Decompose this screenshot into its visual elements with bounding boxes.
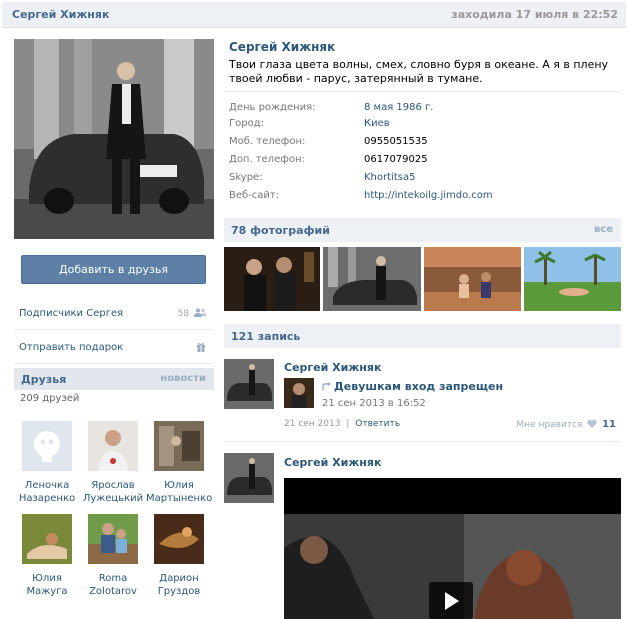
friends-news-link[interactable]: новости: [160, 373, 206, 384]
friend-last-name: Мажуга: [26, 586, 68, 597]
like-label: Мне нравится: [516, 420, 583, 430]
friend-avatar[interactable]: [154, 514, 204, 564]
divider: [224, 91, 620, 92]
friend-last-name: Мартыненко: [146, 493, 213, 504]
repost-date[interactable]: 21 сен 2013 в 16:52: [322, 398, 426, 409]
send-gift-label: Отправить подарок: [19, 342, 124, 353]
profile-avatar[interactable]: [14, 39, 214, 239]
friend-first-name: Юлия: [32, 573, 62, 584]
photo-thumb[interactable]: [224, 247, 320, 311]
video-player[interactable]: [284, 478, 621, 619]
post-author-avatar[interactable]: [224, 359, 274, 409]
add-friend-button[interactable]: Добавить в друзья: [21, 255, 206, 284]
friend-first-name: Юлия: [164, 480, 194, 491]
post-separator: [224, 441, 621, 442]
info-row-extra-phone: Доп. телефон: 0617079025: [229, 154, 619, 172]
play-button[interactable]: [429, 582, 473, 619]
photos-all-link[interactable]: все: [594, 224, 613, 235]
info-key: Моб. телефон:: [229, 136, 306, 147]
info-row-skype: Skype: Khortitsa5: [229, 172, 619, 190]
profile-status-text: Твои глаза цвета волны, смех, словно бур…: [229, 58, 609, 85]
like-button[interactable]: Мне нравится 11: [516, 419, 616, 430]
friend-last-name: Назаренко: [18, 493, 76, 504]
friend-avatar[interactable]: [88, 514, 138, 564]
friend-first-name: Дарион: [159, 573, 199, 584]
info-value[interactable]: Khortitsa5: [364, 172, 415, 183]
friend-avatar[interactable]: [154, 421, 204, 471]
repost-arrow-icon: [322, 382, 331, 390]
info-value: 0955051535: [364, 136, 428, 147]
friends-title[interactable]: Друзья: [21, 373, 66, 386]
info-row-city: Город: Киев: [229, 118, 619, 136]
photo-thumb[interactable]: [424, 247, 521, 311]
info-key: Веб-сайт:: [229, 190, 280, 201]
info-value[interactable]: http://intekoilg.jimdo.com: [364, 190, 493, 201]
repost-title-text: Девушкам вход запрещен: [334, 380, 504, 393]
send-gift-link[interactable]: Отправить подарок: [14, 331, 214, 364]
friend-last-name: Zolotarov: [89, 586, 137, 597]
gift-icon: [197, 343, 205, 352]
like-count: 11: [602, 419, 616, 430]
friend-avatar[interactable]: [88, 421, 138, 471]
header-name[interactable]: Сергей Хижняк: [12, 8, 109, 21]
subscribers-label: Подписчики Сергея: [19, 308, 124, 319]
friend-item[interactable]: Юлия Мажуга: [14, 514, 80, 598]
friend-item[interactable]: Ярослав Лужецький: [80, 421, 146, 505]
friends-header: Друзья новости: [14, 368, 214, 390]
profile-header-bar: Сергей Хижняк заходила 17 июля в 22:52: [2, 2, 626, 28]
post-meta-separator: |: [346, 419, 350, 429]
play-icon: [445, 592, 459, 610]
wall-title[interactable]: 121 запись: [231, 330, 300, 343]
info-key: День рождения:: [229, 102, 316, 113]
friend-last-name: Груздов: [157, 586, 201, 597]
post-author-name[interactable]: Сергей Хижняк: [284, 361, 381, 374]
post-author-name[interactable]: Сергей Хижняк: [284, 456, 381, 469]
info-row-mobile: Моб. телефон: 0955051535: [229, 136, 619, 154]
friend-first-name: Леночка: [24, 480, 70, 491]
wall-header[interactable]: 121 запись: [224, 324, 621, 348]
photos-header[interactable]: 78 фотографий все: [224, 218, 621, 242]
friend-first-name: Ярослав: [91, 480, 135, 491]
friend-first-name: Roma: [98, 573, 128, 584]
info-row-website: Веб-сайт: http://intekoilg.jimdo.com: [229, 190, 619, 208]
friend-item[interactable]: Леночка Назаренко: [14, 421, 80, 505]
reply-link[interactable]: Ответить: [355, 419, 400, 429]
friend-item[interactable]: Дарион Груздов: [146, 514, 212, 598]
subscribers-count: 58: [177, 309, 190, 319]
deactivated-avatar-icon: [22, 421, 72, 471]
post-date[interactable]: 21 сен 2013: [284, 419, 340, 429]
subscribers-link[interactable]: Подписчики Сергея 58: [14, 297, 214, 330]
info-key: Город:: [229, 118, 264, 129]
info-value: 0617079025: [364, 154, 428, 165]
repost-title[interactable]: Девушкам вход запрещен: [322, 380, 503, 393]
info-value[interactable]: 8 мая 1986 г.: [364, 102, 433, 113]
info-key: Доп. телефон:: [229, 154, 305, 165]
people-icon: [194, 308, 206, 317]
info-value[interactable]: Киев: [364, 118, 390, 129]
photo-thumb[interactable]: [524, 247, 621, 311]
photos-title[interactable]: 78 фотографий: [231, 224, 330, 237]
photo-thumb[interactable]: [323, 247, 421, 311]
post-author-avatar[interactable]: [224, 453, 274, 503]
heart-icon: [587, 419, 598, 428]
profile-name: Сергей Хижняк: [229, 40, 336, 54]
friend-avatar[interactable]: [22, 421, 72, 471]
friend-item[interactable]: Юлия Мартыненко: [146, 421, 212, 505]
friend-item[interactable]: Roma Zolotarov: [80, 514, 146, 598]
friend-last-name: Лужецький: [82, 493, 144, 504]
friends-count[interactable]: 209 друзей: [20, 393, 79, 404]
repost-source-avatar[interactable]: [284, 378, 314, 408]
last-seen-status: заходила 17 июля в 22:52: [451, 8, 618, 21]
post-meta: 21 сен 2013 | Ответить: [284, 419, 400, 429]
friend-avatar[interactable]: [22, 514, 72, 564]
info-key: Skype:: [229, 172, 263, 183]
